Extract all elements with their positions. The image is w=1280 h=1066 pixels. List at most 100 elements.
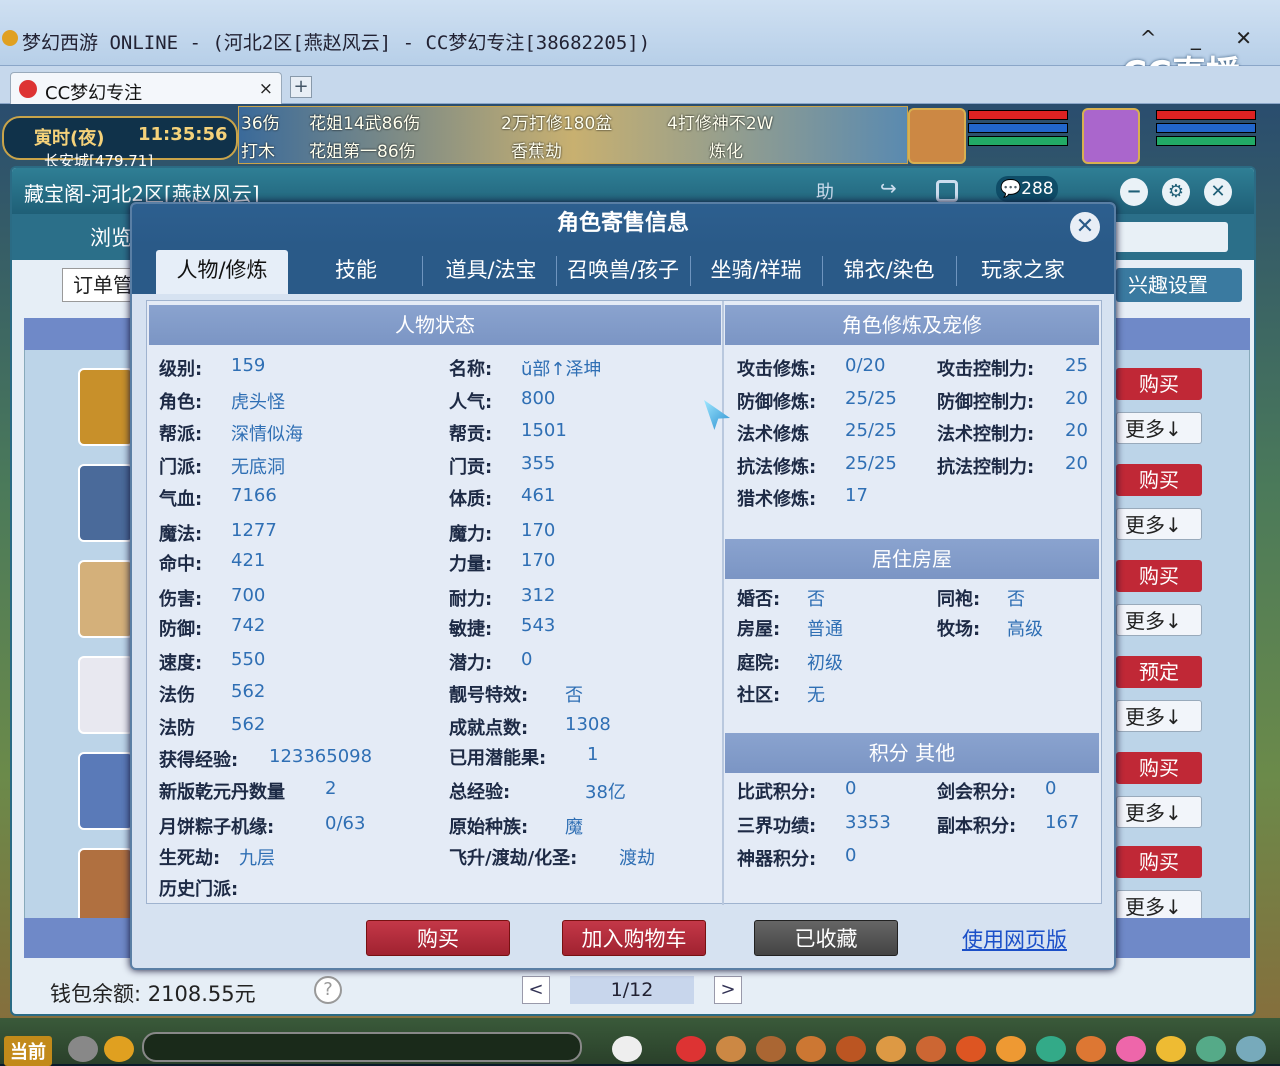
next-page-button[interactable]: > [714,976,742,1004]
activity-icon[interactable] [1076,1036,1106,1062]
stat-key: 潜力: [449,653,493,674]
stat-value: 20 [1065,453,1088,474]
stat-value: 0 [845,845,857,866]
friends-icon[interactable] [996,1036,1026,1062]
buy-button[interactable]: 购买 [1116,464,1202,496]
dialog-title: 角色寄售信息 [132,204,1114,246]
stat-value: 550 [231,649,266,670]
emote-icon[interactable] [1156,1036,1186,1062]
dialog-close-icon[interactable]: ✕ [1070,212,1100,242]
settings-icon[interactable]: ⚙ [1162,178,1190,206]
stat-row: 伤害: 700 [159,585,265,611]
settings-menu-icon[interactable] [1236,1036,1266,1062]
stat-row: 飞升/渡劫/化圣: 渡劫 [449,844,655,870]
buy-button[interactable]: 购买 [366,920,510,956]
listing-thumbnail[interactable] [78,752,134,830]
pet-icon[interactable] [612,1036,642,1062]
stat-key: 已用潜能果: [449,748,547,769]
quest-icon[interactable] [916,1036,946,1062]
stat-value: 7166 [231,485,277,506]
stat-value: 170 [521,550,556,571]
items-icon[interactable] [716,1036,746,1062]
chat-channel-current[interactable]: 当前 [4,1036,52,1066]
stat-row: 敏捷: 543 [449,615,555,641]
favorited-button[interactable]: 已收藏 [754,920,898,956]
stat-key: 月饼粽子机缘: [159,817,275,838]
stop-icon[interactable] [936,180,958,202]
buy-button[interactable]: 购买 [1116,560,1202,592]
tab-skills[interactable]: 技能 [296,250,416,294]
browse-tab[interactable]: 浏览 [90,222,132,252]
listing-thumbnail[interactable] [78,848,134,926]
buy-button[interactable]: 购买 [1116,752,1202,784]
stat-key: 气血: [159,489,203,510]
stat-value: 167 [1045,812,1080,833]
stat-value: 421 [231,550,266,571]
peach-icon[interactable] [1116,1036,1146,1062]
interest-settings-button[interactable]: 兴趣设置 [1116,268,1242,302]
more-button[interactable]: 更多↓ [1116,604,1202,636]
trade-icon[interactable] [796,1036,826,1062]
share-icon[interactable]: ↪ [880,176,897,200]
achievement-icon[interactable] [1036,1036,1066,1062]
more-button[interactable]: 更多↓ [1116,412,1202,444]
microphone-icon[interactable] [68,1036,98,1062]
prev-page-button[interactable]: < [522,976,550,1004]
stat-value: 25/25 [845,453,897,474]
pet-status-bars [1156,110,1256,162]
pet-avatar[interactable] [1082,108,1140,164]
chat-bubble-icon[interactable] [104,1036,134,1062]
system-icon[interactable] [1196,1036,1226,1062]
tab-items[interactable]: 道具/法宝 [428,250,554,294]
stat-key: 门贡: [449,457,493,478]
help-question-icon[interactable]: ? [314,976,342,1004]
more-button[interactable]: 更多↓ [1116,508,1202,540]
stat-value: 543 [521,615,556,636]
attack-icon[interactable] [676,1036,706,1062]
give-icon[interactable] [756,1036,786,1062]
team-icon[interactable] [836,1036,866,1062]
tab-character[interactable]: 人物/修炼 [156,250,288,294]
help-button[interactable]: 助 [816,178,834,204]
tab-mounts[interactable]: 坐骑/祥瑞 [692,250,820,294]
column-divider [722,301,724,905]
pet-exp-bar [1156,136,1256,146]
more-button[interactable]: 更多↓ [1116,700,1202,732]
cc-tab-icon [19,80,37,98]
stat-key: 历史门派: [159,879,239,900]
chat-input[interactable] [142,1032,582,1062]
buy-button[interactable]: 购买 [1116,368,1202,400]
use-web-version-link[interactable]: 使用网页版 [962,924,1067,954]
minimize-icon[interactable]: − [1120,178,1148,206]
stat-key: 防御控制力: [937,392,1035,413]
tab-cc[interactable]: CC梦幻专注 × [10,72,282,104]
stat-row: 防御: 742 [159,615,265,641]
new-tab-button[interactable]: + [290,76,312,98]
guild-icon[interactable] [956,1036,986,1062]
reserve-button[interactable]: 预定 [1116,656,1202,688]
listing-thumbnail[interactable] [78,560,134,638]
mp-bar [968,123,1068,133]
tab-player-home[interactable]: 玩家之家 [960,250,1086,294]
stat-row: 攻击控制力: 25 [937,355,1088,381]
tab-pets[interactable]: 召唤兽/孩子 [558,250,688,294]
stat-key: 力量: [449,554,493,575]
stat-key: 总经验: [449,782,511,803]
stat-key: 房屋: [737,619,781,640]
pet-menu-icon[interactable] [876,1036,906,1062]
banner-text: 2万打修180盆 [501,114,613,134]
buy-button[interactable]: 购买 [1116,846,1202,878]
more-button[interactable]: 更多↓ [1116,796,1202,828]
listing-thumbnail[interactable] [78,368,134,446]
stat-row: 速度: 550 [159,649,265,675]
stat-key: 牧场: [937,619,981,640]
add-to-cart-button[interactable]: 加入购物车 [562,920,706,956]
message-badge[interactable]: 💬288 [996,176,1058,202]
player-avatar[interactable] [908,108,966,164]
close-icon[interactable]: ✕ [1204,178,1232,206]
tab-close-icon[interactable]: × [259,79,273,99]
tab-outfits[interactable]: 锦衣/染色 [826,250,952,294]
stat-row: 力量: 170 [449,550,555,576]
listing-thumbnail[interactable] [78,656,134,734]
listing-thumbnail[interactable] [78,464,134,542]
